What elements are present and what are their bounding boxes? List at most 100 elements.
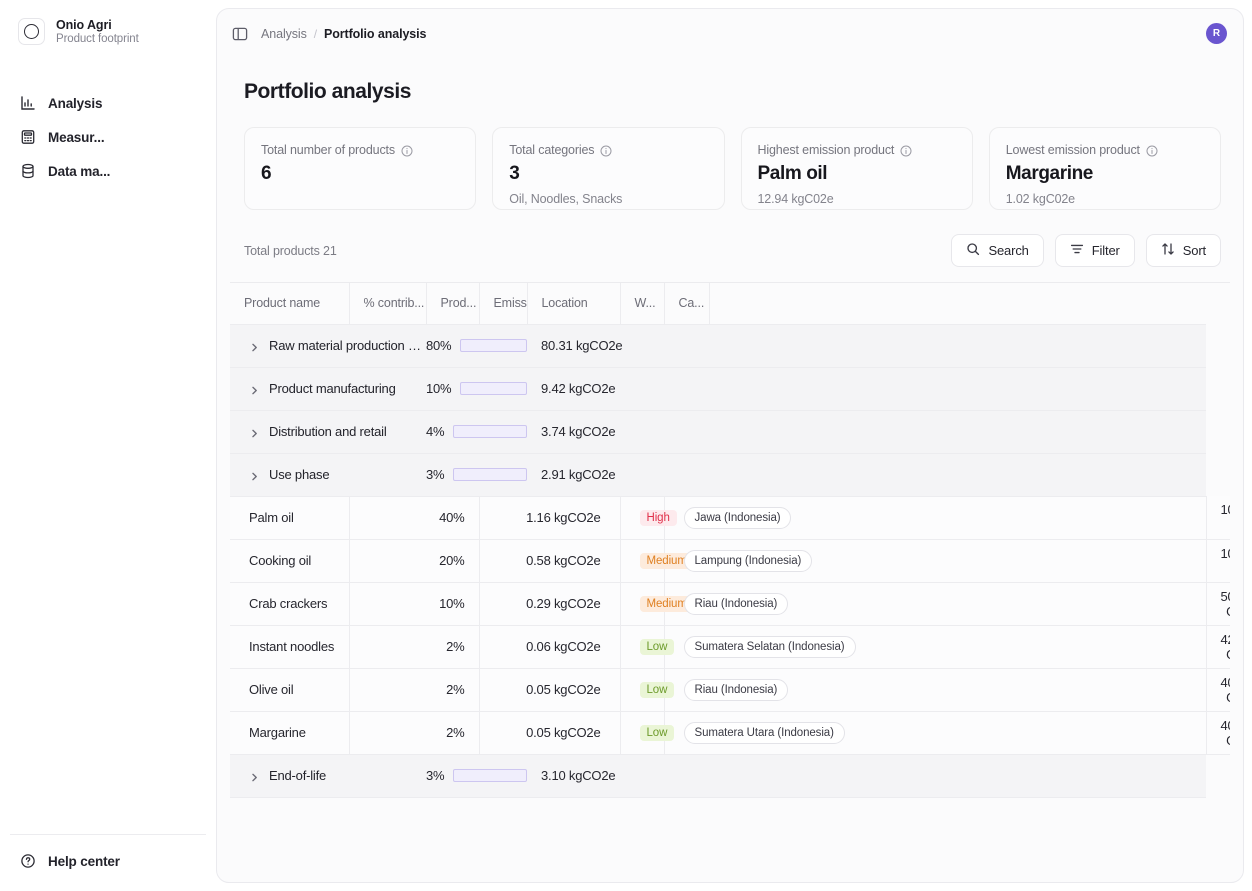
group-name-cell[interactable]: Distribution and retail [230, 410, 426, 453]
status-badge: Low [640, 639, 675, 655]
product-weight: 500 G [1221, 589, 1231, 619]
table-row[interactable]: End-of-life 3% 3 [230, 754, 1230, 797]
sort-button[interactable]: Sort [1146, 234, 1221, 267]
table-row[interactable]: Cooking oil 20% 0.58 kgCO2e Medium Lampu… [230, 539, 1230, 582]
product-trailing-cell: 400 G Oil [1206, 711, 1230, 754]
sidebar-item-label: Analysis [48, 96, 102, 111]
column-header-contribution[interactable]: % contrib... [349, 283, 426, 324]
main-wrapper: Analysis / Portfolio analysis R Portfoli… [216, 0, 1252, 891]
table-row[interactable]: Instant noodles 2% 0.06 kgCO2e Low Sumat… [230, 625, 1230, 668]
product-emission: 0.06 kgCO2e [479, 625, 620, 668]
sidebar-item-analysis[interactable]: Analysis [10, 87, 206, 119]
breadcrumb: Analysis / Portfolio analysis [261, 27, 426, 41]
stat-value: Palm oil [758, 164, 956, 184]
contribution-bar [460, 339, 527, 352]
column-header-location[interactable]: Location [527, 283, 620, 324]
chevron-right-icon[interactable] [249, 469, 260, 480]
chevron-right-icon[interactable] [249, 770, 260, 781]
chevron-right-icon[interactable] [249, 340, 260, 351]
product-trailing-cell: 1000 G Oil [1206, 496, 1230, 539]
product-name: Cooking oil [230, 539, 349, 582]
stat-card-total-products: Total number of products 6 [244, 127, 476, 210]
location-pill: Riau (Indonesia) [684, 593, 789, 615]
product-trailing-cell: 400 G Oil [1206, 668, 1230, 711]
group-name-cell[interactable]: End-of-life [230, 754, 426, 797]
brand-name: Onio Agri [56, 18, 139, 32]
brand[interactable]: Onio Agri Product footprint [0, 0, 216, 45]
table-row[interactable]: Distribution and retail 4% [230, 410, 1230, 453]
product-location-cell: Lampung (Indonesia) [664, 539, 1206, 582]
info-icon[interactable] [600, 144, 612, 156]
table-row[interactable]: Use phase 3% 2.9 [230, 453, 1230, 496]
table-row[interactable]: Raw material production and... 80% [230, 324, 1230, 367]
product-name: Olive oil [230, 668, 349, 711]
product-weight: 400 G [1221, 718, 1231, 748]
product-emission: 0.29 kgCO2e [479, 582, 620, 625]
column-header-production[interactable]: Prod... [426, 283, 479, 324]
column-header-product-name[interactable]: Product name [230, 283, 349, 324]
group-emission-cell: 3.74 kgCO2e [527, 410, 1206, 453]
group-label: Distribution and retail [269, 424, 387, 439]
group-label: End-of-life [269, 768, 326, 783]
stat-cards: Total number of products 6 Total categor… [244, 127, 1230, 210]
column-header-emission[interactable]: Emissi... [479, 283, 527, 324]
product-name: Margarine [230, 711, 349, 754]
bar-chart-icon [20, 95, 36, 111]
location-pill: Lampung (Indonesia) [684, 550, 813, 572]
group-label: Raw material production and... [269, 338, 426, 353]
product-trailing-cell: 500 G Snacks [1206, 582, 1230, 625]
table-empty-space [230, 797, 1230, 844]
stat-subtext: 1.02 kgC02e [1006, 192, 1204, 206]
products-table-container[interactable]: Product name % contrib... Prod... Emissi… [230, 282, 1230, 844]
stat-card-total-categories: Total categories 3 Oil, Noodles, Snacks [492, 127, 724, 210]
location-pill: Riau (Indonesia) [684, 679, 789, 701]
table-row[interactable]: Crab crackers 10% 0.29 kgCO2e Medium Ria… [230, 582, 1230, 625]
product-percent: 20% [349, 539, 479, 582]
panel-left-icon[interactable] [231, 25, 249, 43]
filter-button[interactable]: Filter [1055, 234, 1135, 267]
toolbar-actions: Search Filter Sort [951, 234, 1221, 267]
table-row[interactable]: Palm oil 40% 1.16 kgCO2e High Jawa (Indo… [230, 496, 1230, 539]
group-percent: 3% [426, 768, 444, 783]
search-button[interactable]: Search [951, 234, 1043, 267]
emission-level-cell: High [620, 496, 664, 539]
product-emission: 0.58 kgCO2e [479, 539, 620, 582]
chevron-right-icon[interactable] [249, 383, 260, 394]
group-emission-cell: 3.10 kgCO2e [527, 754, 1206, 797]
product-name: Palm oil [230, 496, 349, 539]
group-name-cell[interactable]: Product manufacturing [230, 367, 426, 410]
help-center-label: Help center [48, 854, 120, 869]
table-row[interactable]: Product manufacturing 10% [230, 367, 1230, 410]
question-circle-icon [20, 853, 36, 869]
sort-icon [1161, 242, 1175, 259]
group-name-cell[interactable]: Use phase [230, 453, 426, 496]
info-icon[interactable] [401, 144, 413, 156]
sidebar-item-data-management[interactable]: Data ma... [10, 155, 206, 187]
product-location-cell: Jawa (Indonesia) [664, 496, 1206, 539]
breadcrumb-parent[interactable]: Analysis [261, 27, 307, 41]
location-pill: Jawa (Indonesia) [684, 507, 792, 529]
group-label: Use phase [269, 467, 329, 482]
help-center-button[interactable]: Help center [10, 847, 206, 875]
contribution-bar [460, 382, 527, 395]
avatar[interactable]: R [1206, 23, 1227, 44]
info-icon[interactable] [900, 144, 912, 156]
table-row[interactable]: Margarine 2% 0.05 kgCO2e Low Sumatera Ut… [230, 711, 1230, 754]
group-percent: 3% [426, 467, 444, 482]
group-emission: 3.74 kgCO2e [527, 424, 615, 439]
product-percent: 2% [349, 711, 479, 754]
stat-subtext: Oil, Noodles, Snacks [509, 192, 707, 206]
contribution-bar [453, 468, 527, 481]
table-header: Product name % contrib... Prod... Emissi… [230, 283, 1230, 324]
page-title: Portfolio analysis [244, 80, 1230, 104]
column-header-weight[interactable]: W... [620, 283, 664, 324]
group-emission-cell: 80.31 kgCO2e [527, 324, 1206, 367]
column-header-category[interactable]: Ca... [664, 283, 709, 324]
product-location-cell: Riau (Indonesia) [664, 582, 1206, 625]
stat-card-highest-emission: Highest emission product Palm oil 12.94 … [741, 127, 973, 210]
chevron-right-icon[interactable] [249, 426, 260, 437]
sidebar-item-measure[interactable]: Measur... [10, 121, 206, 153]
table-row[interactable]: Olive oil 2% 0.05 kgCO2e Low Riau (Indon… [230, 668, 1230, 711]
group-name-cell[interactable]: Raw material production and... [230, 324, 426, 367]
info-icon[interactable] [1146, 144, 1158, 156]
